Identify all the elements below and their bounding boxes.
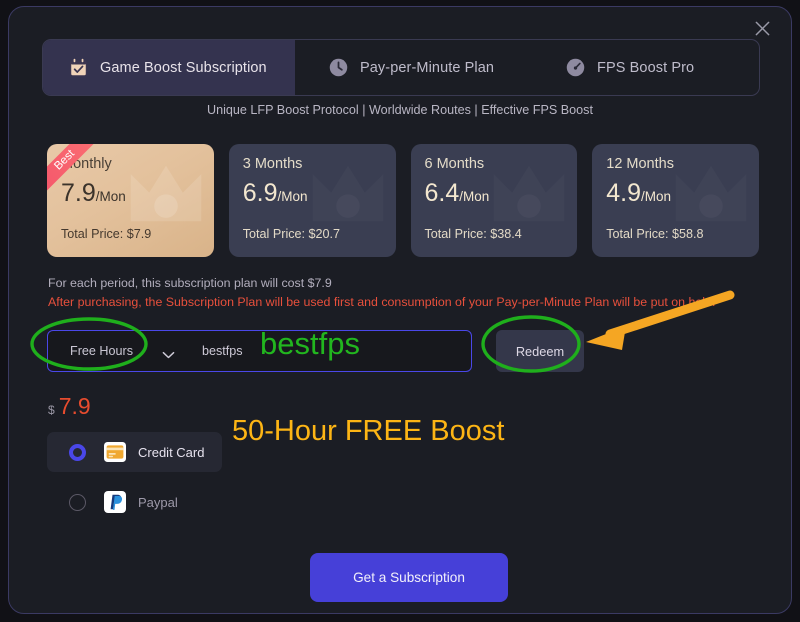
plan-total-price: Total Price: $38.4 bbox=[424, 227, 522, 241]
price-amount: 7.9 bbox=[58, 393, 91, 419]
radio-selected-icon[interactable] bbox=[69, 443, 86, 461]
close-icon[interactable] bbox=[749, 15, 775, 41]
period-cost-note: For each period, this subscription plan … bbox=[48, 276, 332, 290]
credit-card-icon bbox=[103, 440, 127, 464]
plan-total-price: Total Price: $7.9 bbox=[61, 227, 152, 241]
annotation-promo-text: 50-Hour FREE Boost bbox=[232, 415, 505, 447]
plan-price-value: 7.9 bbox=[61, 179, 96, 207]
plan-price: 6.4/Mon bbox=[425, 181, 490, 206]
plan-total-price: Total Price: $20.7 bbox=[242, 227, 341, 241]
payment-method-paypal[interactable]: Paypal bbox=[47, 482, 222, 522]
chevron-down-icon[interactable] bbox=[162, 347, 175, 359]
plan-price-unit: /Mon bbox=[95, 189, 126, 204]
radio-unselected-icon[interactable] bbox=[69, 493, 86, 511]
tab-pay-per-minute-plan[interactable]: Pay-per-Minute Plan bbox=[295, 40, 535, 95]
coupon-type-select[interactable]: Free Hours bbox=[70, 344, 133, 358]
plan-name: 12 Months bbox=[606, 156, 674, 172]
plan-card-monthly[interactable]: Best Monthly 7.9/Mon Total Price: $7.9 bbox=[47, 144, 214, 257]
redeem-button[interactable]: Redeem bbox=[496, 330, 584, 372]
plan-price-unit: /Mon bbox=[641, 189, 672, 204]
clock-icon bbox=[328, 57, 349, 78]
plan-price: 7.9/Mon bbox=[61, 181, 126, 206]
plan-card-list: Best Monthly 7.9/Mon Total Price: $7.9 3… bbox=[47, 144, 759, 257]
plan-card-12-months[interactable]: 12 Months 4.9/Mon Total Price: $58.8 bbox=[592, 144, 759, 257]
price-currency: $ bbox=[48, 403, 55, 417]
plan-total-price: Total Price: $58.8 bbox=[606, 227, 704, 241]
tab-label: Game Boost Subscription bbox=[100, 59, 267, 76]
annotation-coupon-code-text: bestfps bbox=[260, 326, 360, 361]
plan-tabs: Game Boost Subscription Pay-per-Minute P… bbox=[42, 39, 760, 96]
subscription-dialog: Game Boost Subscription Pay-per-Minute P… bbox=[8, 6, 792, 614]
plan-card-3-months[interactable]: 3 Months 6.9/Mon Total Price: $20.7 bbox=[228, 144, 396, 257]
get-subscription-button[interactable]: Get a Subscription bbox=[310, 553, 508, 602]
tab-label: Pay-per-Minute Plan bbox=[360, 59, 495, 76]
speedometer-icon bbox=[565, 57, 586, 78]
calendar-check-icon bbox=[68, 57, 89, 78]
tab-fps-boost-pro[interactable]: FPS Boost Pro bbox=[535, 40, 759, 95]
plan-card-6-months[interactable]: 6 Months 6.4/Mon Total Price: $38.4 bbox=[410, 144, 578, 257]
payment-method-credit-card[interactable]: Credit Card bbox=[47, 432, 222, 472]
screenshot-root: Game Boost Subscription Pay-per-Minute P… bbox=[0, 0, 800, 622]
plan-price-value: 6.4 bbox=[424, 179, 460, 207]
tab-game-boost-subscription[interactable]: Game Boost Subscription bbox=[43, 40, 295, 95]
plan-price-unit: /Mon bbox=[459, 189, 490, 204]
plan-price-value: 4.9 bbox=[606, 179, 642, 207]
subscription-warning-note: After purchasing, the Subscription Plan … bbox=[48, 295, 716, 309]
payment-method-label: Paypal bbox=[138, 494, 178, 510]
plan-price-unit: /Mon bbox=[277, 189, 308, 204]
paypal-icon bbox=[103, 490, 127, 514]
plan-price-value: 6.9 bbox=[242, 179, 278, 207]
coupon-code-input[interactable]: bestfps bbox=[202, 344, 243, 358]
plan-name: 6 Months bbox=[424, 156, 485, 172]
plan-name: 3 Months bbox=[242, 156, 303, 172]
tab-label: FPS Boost Pro bbox=[597, 59, 695, 76]
payment-method-label: Credit Card bbox=[138, 444, 205, 460]
total-price: $ 7.9 bbox=[48, 393, 91, 420]
plan-price: 4.9/Mon bbox=[606, 181, 671, 206]
plan-price: 6.9/Mon bbox=[243, 181, 308, 206]
dialog-subtitle: Unique LFP Boost Protocol | Worldwide Ro… bbox=[207, 103, 593, 117]
